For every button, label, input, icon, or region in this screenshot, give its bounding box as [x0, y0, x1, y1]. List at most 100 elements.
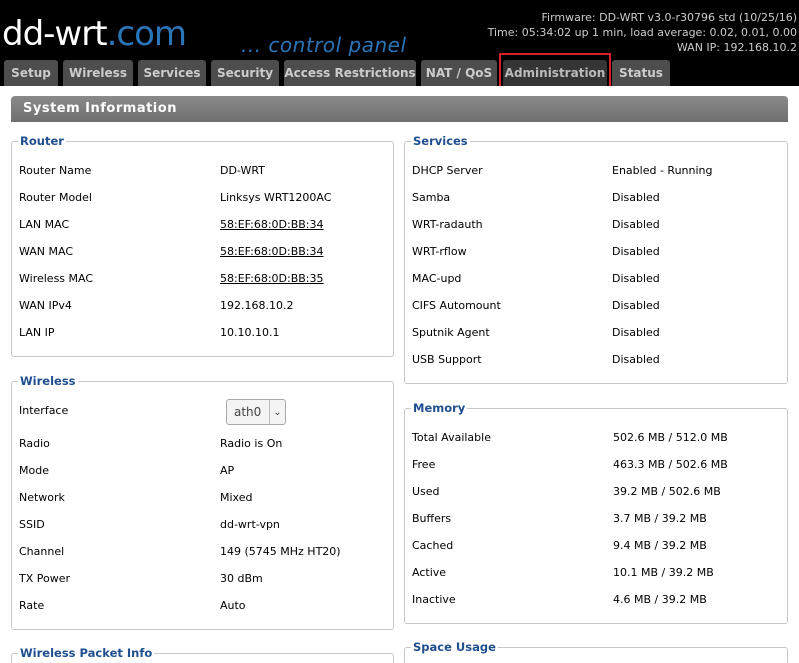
- dhcp-server-value: Enabled - Running: [612, 164, 713, 177]
- wan-ipv4-label: WAN IPv4: [19, 299, 72, 312]
- cifs-automount-value: Disabled: [612, 299, 660, 312]
- network-label: Network: [19, 491, 65, 504]
- logo-main-text: dd-wrt: [2, 14, 108, 54]
- router-row-name: Router Name DD-WRT: [19, 164, 387, 180]
- samba-value: Disabled: [612, 191, 660, 204]
- network-value: Mixed: [220, 491, 253, 504]
- services-row-radauth: WRT-radauth Disabled: [412, 218, 781, 234]
- lan-ip-value: 10.10.10.1: [220, 326, 280, 339]
- services-row-sputnik: Sputnik Agent Disabled: [412, 326, 781, 342]
- memory-row-total: Total Available 502.6 MB / 512.0 MB: [412, 431, 781, 447]
- free-label: Free: [412, 458, 436, 471]
- services-row-mac-upd: MAC-upd Disabled: [412, 272, 781, 288]
- wireless-section-title: Wireless: [18, 374, 78, 388]
- router-section-title: Router: [18, 134, 66, 148]
- services-section-title: Services: [411, 134, 470, 148]
- ssid-label: SSID: [19, 518, 45, 531]
- wrt-radauth-value: Disabled: [612, 218, 660, 231]
- router-row-lan-ip: LAN IP 10.10.10.1: [19, 326, 387, 342]
- panel-title: System Information: [11, 96, 788, 122]
- wireless-row-interface: Interface ath0 ⌄: [19, 399, 387, 425]
- logo-suffix-text: .com: [106, 14, 187, 54]
- cached-label: Cached: [412, 539, 454, 552]
- services-row-dhcp: DHCP Server Enabled - Running: [412, 164, 781, 180]
- total-available-value: 502.6 MB / 512.0 MB: [613, 431, 728, 444]
- router-row-wireless-mac: Wireless MAC 58:EF:68:0D:BB:35: [19, 272, 387, 288]
- channel-value: 149 (5745 MHz HT20): [220, 545, 341, 558]
- cifs-automount-label: CIFS Automount: [412, 299, 501, 312]
- services-row-rflow: WRT-rflow Disabled: [412, 245, 781, 261]
- total-available-label: Total Available: [412, 431, 491, 444]
- lan-ip-label: LAN IP: [19, 326, 55, 339]
- tab-security[interactable]: Security: [211, 60, 279, 86]
- free-value: 463.3 MB / 502.6 MB: [613, 458, 728, 471]
- channel-label: Channel: [19, 545, 65, 558]
- tab-services[interactable]: Services: [138, 60, 206, 86]
- wrt-radauth-label: WRT-radauth: [412, 218, 483, 231]
- chevron-down-icon[interactable]: ⌄: [269, 400, 285, 424]
- radio-label: Radio: [19, 437, 50, 450]
- space-usage-title: Space Usage: [411, 640, 498, 654]
- active-label: Active: [412, 566, 447, 579]
- wireless-row-rate: Rate Auto: [19, 599, 387, 615]
- lan-mac-link[interactable]: 58:EF:68:0D:BB:34: [220, 218, 324, 231]
- memory-row-free: Free 463.3 MB / 502.6 MB: [412, 458, 781, 474]
- tab-access-restrictions[interactable]: Access Restrictions: [284, 60, 416, 86]
- router-section: Router Router Name DD-WRT Router Model L…: [11, 134, 394, 357]
- tx-power-value: 30 dBm: [220, 572, 263, 585]
- router-row-wan-ipv4: WAN IPv4 192.168.10.2: [19, 299, 387, 315]
- mode-value: AP: [220, 464, 235, 477]
- tab-status[interactable]: Status: [612, 60, 670, 86]
- lan-mac-label: LAN MAC: [19, 218, 70, 231]
- buffers-value: 3.7 MB / 39.2 MB: [613, 512, 707, 525]
- router-model-value: Linksys WRT1200AC: [220, 191, 332, 204]
- space-usage-section: Space Usage: [404, 640, 788, 663]
- ddwrt-logo[interactable]: dd-wrt.com: [2, 14, 187, 54]
- rate-value: Auto: [220, 599, 246, 612]
- sputnik-agent-label: Sputnik Agent: [412, 326, 490, 339]
- wireless-row-radio: Radio Radio is On: [19, 437, 387, 453]
- interface-select[interactable]: ath0 ⌄: [226, 399, 286, 425]
- services-section: Services DHCP Server Enabled - Running S…: [404, 134, 788, 384]
- memory-section: Memory Total Available 502.6 MB / 512.0 …: [404, 401, 788, 624]
- wireless-mac-label: Wireless MAC: [19, 272, 94, 285]
- ssid-value: dd-wrt-vpn: [220, 518, 280, 531]
- wireless-mac-link[interactable]: 58:EF:68:0D:BB:35: [220, 272, 324, 285]
- tx-power-label: TX Power: [19, 572, 71, 585]
- wireless-row-ssid: SSID dd-wrt-vpn: [19, 518, 387, 534]
- router-row-lan-mac: LAN MAC 58:EF:68:0D:BB:34: [19, 218, 387, 234]
- wan-mac-label: WAN MAC: [19, 245, 74, 258]
- router-row-model: Router Model Linksys WRT1200AC: [19, 191, 387, 207]
- services-row-cifs: CIFS Automount Disabled: [412, 299, 781, 315]
- memory-row-buffers: Buffers 3.7 MB / 39.2 MB: [412, 512, 781, 528]
- cached-value: 9.4 MB / 39.2 MB: [613, 539, 707, 552]
- router-name-label: Router Name: [19, 164, 92, 177]
- dhcp-server-label: DHCP Server: [412, 164, 483, 177]
- active-value: 10.1 MB / 39.2 MB: [613, 566, 714, 579]
- memory-row-used: Used 39.2 MB / 502.6 MB: [412, 485, 781, 501]
- firmware-version: Firmware: DD-WRT v3.0-r30796 std (10/25/…: [541, 11, 797, 24]
- firmware-info: Firmware: DD-WRT v3.0-r30796 std (10/25/…: [488, 10, 797, 55]
- samba-label: Samba: [412, 191, 451, 204]
- used-label: Used: [412, 485, 440, 498]
- content-area: System Information Router Router Name DD…: [0, 86, 799, 663]
- memory-row-active: Active 10.1 MB / 39.2 MB: [412, 566, 781, 582]
- used-value: 39.2 MB / 502.6 MB: [613, 485, 721, 498]
- wireless-row-channel: Channel 149 (5745 MHz HT20): [19, 545, 387, 561]
- control-panel-subtitle: ... control panel: [241, 33, 407, 57]
- radio-value: Radio is On: [220, 437, 283, 450]
- wrt-rflow-value: Disabled: [612, 245, 660, 258]
- router-row-wan-mac: WAN MAC 58:EF:68:0D:BB:34: [19, 245, 387, 261]
- tab-setup[interactable]: Setup: [4, 60, 58, 86]
- tab-wireless[interactable]: Wireless: [63, 60, 133, 86]
- inactive-value: 4.6 MB / 39.2 MB: [613, 593, 707, 606]
- router-model-label: Router Model: [19, 191, 92, 204]
- header: dd-wrt.com ... control panel Firmware: D…: [0, 0, 799, 58]
- wan-mac-link[interactable]: 58:EF:68:0D:BB:34: [220, 245, 324, 258]
- interface-selected-value: ath0: [234, 405, 262, 419]
- uptime-load: Time: 05:34:02 up 1 min, load average: 0…: [487, 26, 797, 39]
- tab-nat-qos[interactable]: NAT / QoS: [421, 60, 497, 86]
- memory-section-title: Memory: [411, 401, 468, 415]
- wrt-rflow-label: WRT-rflow: [412, 245, 467, 258]
- inactive-label: Inactive: [412, 593, 456, 606]
